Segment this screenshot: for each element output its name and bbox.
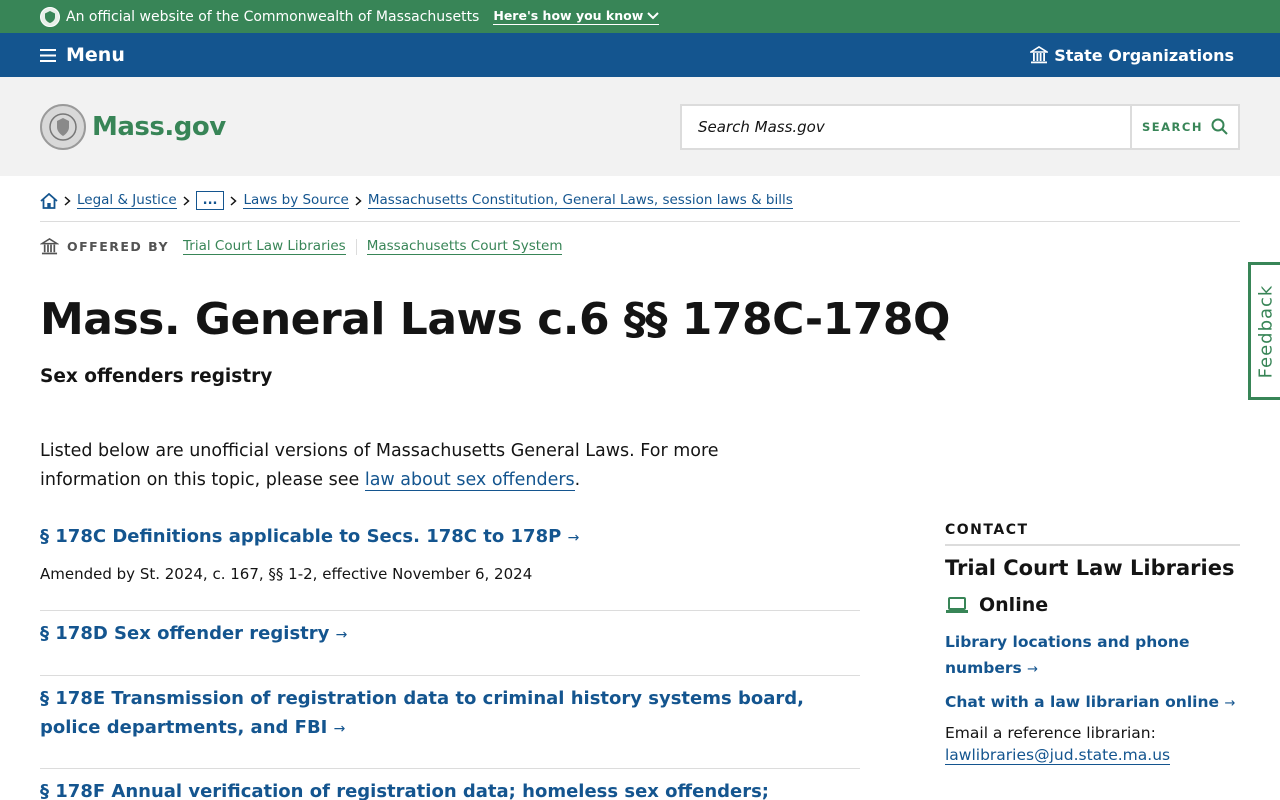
page-title: Mass. General Laws c.6 §§ 178C-178Q [40,294,950,345]
contact-sidebar: CONTACT Trial Court Law Libraries Online… [945,522,1240,765]
offered-by-label: OFFERED BY [67,239,170,254]
feedback-label: Feedback [1255,284,1277,378]
arrow-right-icon: → [567,530,580,546]
law-note: Amended by St. 2024, c. 167, §§ 1-2, eff… [40,565,533,583]
email-label: Email a reference librarian: [945,724,1156,742]
library-locations-link[interactable]: Library locations and phone numbers → [945,629,1240,683]
hamburger-icon [40,48,56,62]
breadcrumb-expand-button[interactable]: ... [195,191,225,210]
menu-button[interactable]: Menu [40,44,125,66]
menu-bar: Menu State Organizations [0,33,1280,77]
mass-gov-logo[interactable]: Mass.gov [40,103,226,150]
law-link-178e[interactable]: § 178E Transmission of registration data… [40,684,860,744]
offered-by-mass-court-system[interactable]: Massachusetts Court System [366,238,563,255]
site-header: Mass.gov SEARCH [0,77,1280,176]
law-title: § 178C Definitions applicable to Secs. 1… [40,526,562,547]
logo-text: Mass.gov [92,111,226,142]
laws-list: § 178C Definitions applicable to Secs. 1… [40,520,860,800]
building-icon [1030,46,1049,64]
list-item: § 178D Sex offender registry → [40,611,860,676]
official-banner: An official website of the Commonwealth … [0,0,1280,33]
chevron-right-icon [230,195,238,206]
menu-label: Menu [66,44,125,66]
feedback-button[interactable]: Feedback [1248,262,1280,400]
law-link-178c[interactable]: § 178C Definitions applicable to Secs. 1… [40,522,860,553]
breadcrumb-legal-justice[interactable]: Legal & Justice [77,192,177,209]
law-title: § 178D Sex offender registry [40,623,330,644]
list-item: § 178E Transmission of registration data… [40,676,860,769]
commonwealth-seal-icon [40,103,86,150]
law-about-sex-offenders-link[interactable]: law about sex offenders [364,470,575,492]
offered-by-trial-court-law-libraries[interactable]: Trial Court Law Libraries [183,238,346,255]
building-icon [40,238,59,255]
online-label: Online [979,594,1049,616]
online-heading: Online [945,594,1240,616]
law-link-178d[interactable]: § 178D Sex offender registry → [40,619,860,650]
search-button[interactable]: SEARCH [1130,105,1238,148]
contact-label: CONTACT [945,522,1240,546]
chevron-down-icon [647,11,659,19]
list-item: § 178F Annual verification of registrati… [40,769,860,800]
breadcrumb-laws-by-source[interactable]: Laws by Source [243,192,349,209]
arrow-right-icon: → [335,627,348,643]
divider [355,238,357,255]
chat-librarian-label: Chat with a law librarian online [945,693,1220,711]
official-text: An official website of the Commonwealth … [66,8,480,25]
arrow-right-icon: → [1027,662,1039,677]
heres-how-you-know-label: Here's how you know [493,8,644,23]
chevron-right-icon [183,195,190,206]
intro-text: Listed below are unofficial versions of … [40,437,820,495]
chevron-right-icon [355,195,362,206]
state-organizations-label: State Organizations [1054,45,1234,65]
heres-how-you-know-button[interactable]: Here's how you know [493,8,660,25]
arrow-right-icon: → [333,721,346,737]
home-icon[interactable] [40,192,58,209]
page-subtitle: Sex offenders registry [40,366,273,388]
laptop-icon [946,597,968,613]
library-locations-label: Library locations and phone numbers [945,633,1190,677]
arrow-right-icon: → [1224,696,1236,711]
mass-seal-icon [40,6,60,27]
intro-end: . [574,470,581,491]
breadcrumb: Legal & Justice ... Laws by Source Massa… [40,191,1240,222]
email-link[interactable]: lawlibraries@jud.state.ma.us [945,746,1171,765]
search-bar: SEARCH [680,103,1240,150]
state-organizations-button[interactable]: State Organizations [1030,46,1234,65]
search-icon [1211,118,1228,135]
breadcrumb-mass-constitution[interactable]: Massachusetts Constitution, General Laws… [367,192,793,209]
law-link-178f[interactable]: § 178F Annual verification of registrati… [40,777,860,800]
contact-org: Trial Court Law Libraries [945,556,1235,580]
chat-librarian-link[interactable]: Chat with a law librarian online → [945,689,1240,717]
list-item: § 178C Definitions applicable to Secs. 1… [40,520,860,611]
law-title: § 178E Transmission of registration data… [40,688,804,738]
chevron-right-icon [64,195,71,206]
offered-by: OFFERED BY Trial Court Law Libraries Mas… [40,238,1240,255]
search-input[interactable] [682,105,1130,148]
law-title: § 178F Annual verification of registrati… [40,781,770,800]
search-button-label: SEARCH [1142,119,1203,134]
